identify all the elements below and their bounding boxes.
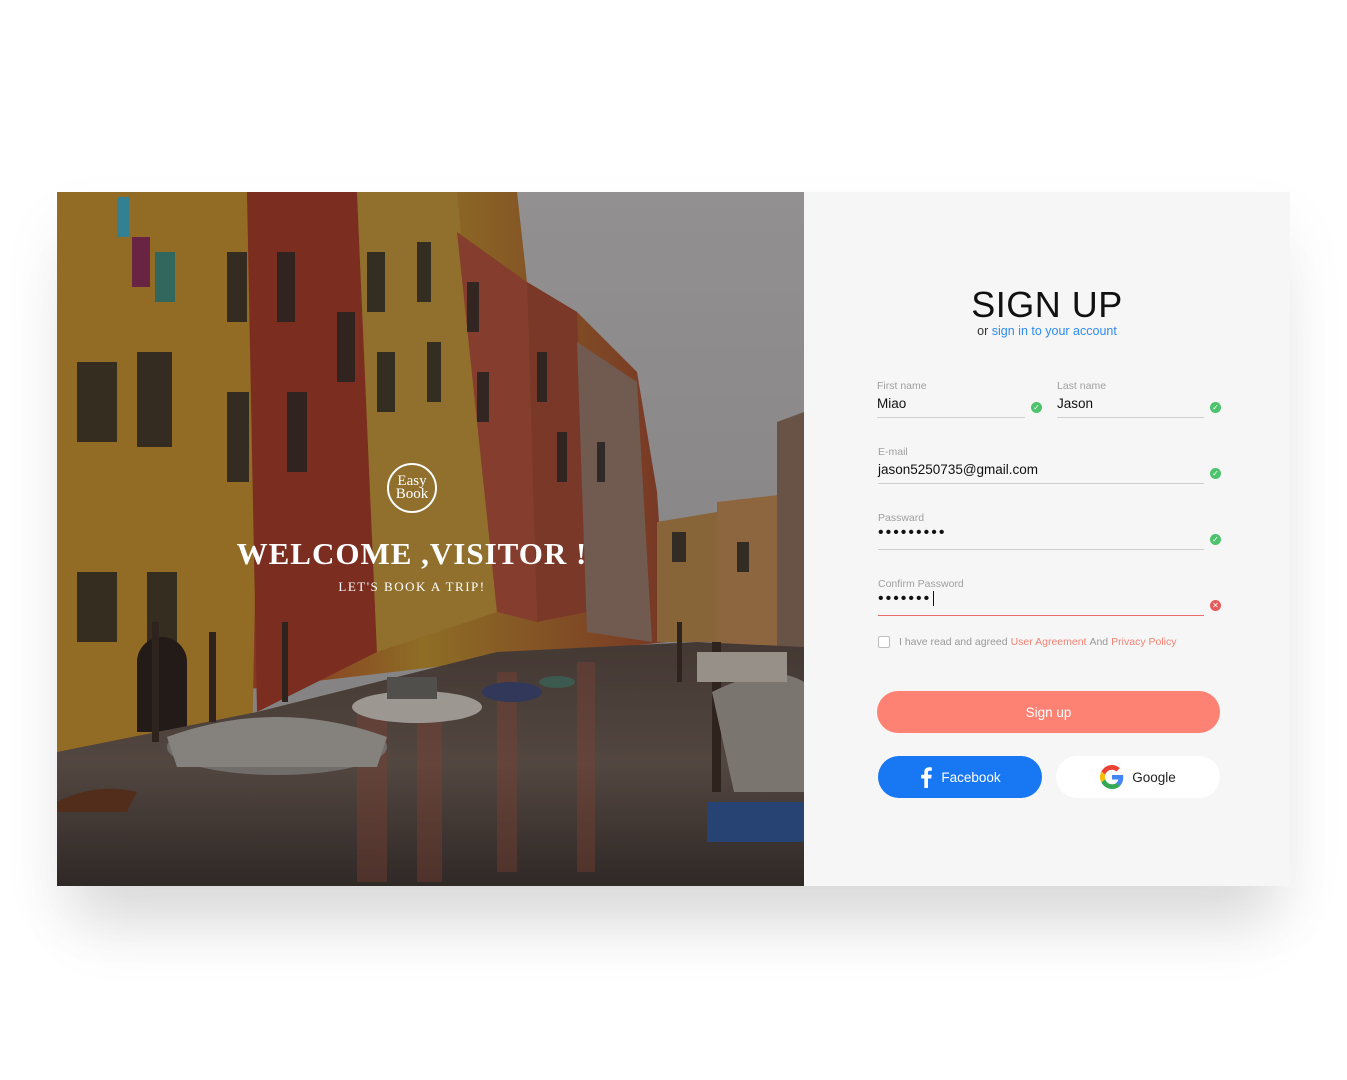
password-label: Passward [878, 512, 925, 524]
logo-text-book: Book [395, 486, 429, 502]
first-name-label: First name [877, 380, 927, 392]
check-circle-icon: ✓ [1210, 468, 1221, 479]
google-button-label: Google [1132, 769, 1176, 785]
check-circle-icon: ✓ [1210, 402, 1221, 413]
confirm-password-field[interactable]: Confirm Password ••••••• [878, 578, 1204, 618]
confirm-password-label: Confirm Password [878, 578, 964, 590]
email-underline [878, 483, 1204, 484]
tagline: LET'S BOOK A TRIP! [338, 579, 486, 594]
user-agreement-link[interactable]: User Agreement [1011, 636, 1087, 648]
email-value[interactable]: jason5250735@gmail.com [878, 462, 1038, 477]
signin-link[interactable]: sign in to your account [992, 324, 1117, 338]
first-name-field[interactable]: First name Miao [877, 380, 1025, 420]
last-name-underline [1057, 417, 1204, 418]
google-icon [1100, 765, 1124, 789]
check-circle-icon: ✓ [1031, 402, 1042, 413]
x-circle-icon: ✕ [1210, 600, 1221, 611]
facebook-button[interactable]: Facebook [878, 756, 1042, 798]
agreement-checkbox[interactable] [878, 636, 890, 648]
signup-card: Easy Book WELCOME ,VISITOR ! LET'S BOOK … [57, 192, 1290, 886]
email-label: E-mail [878, 446, 908, 458]
signup-form-panel: SIGN UP or sign in to your account First… [804, 192, 1290, 886]
hero-panel: Easy Book WELCOME ,VISITOR ! LET'S BOOK … [57, 192, 804, 886]
first-name-value[interactable]: Miao [877, 396, 906, 411]
agreement-and: And [1089, 636, 1109, 648]
password-value[interactable]: ••••••••• [878, 524, 946, 542]
facebook-icon [921, 767, 933, 788]
confirm-password-value: ••••••• [878, 590, 932, 607]
last-name-label: Last name [1057, 380, 1107, 392]
google-button[interactable]: Google [1056, 756, 1220, 798]
signin-prefix: or [977, 324, 989, 338]
last-name-value[interactable]: Jason [1057, 396, 1093, 411]
confirm-password-underline [878, 615, 1204, 616]
easybook-logo: Easy Book [387, 463, 437, 513]
page-title: SIGN UP [971, 284, 1123, 325]
signin-prompt: or sign in to your account [804, 324, 1290, 338]
signup-button[interactable]: Sign up [877, 691, 1220, 733]
facebook-button-label: Facebook [941, 769, 1001, 785]
last-name-field[interactable]: Last name Jason [1057, 380, 1204, 420]
confirm-password-input[interactable]: ••••••• [878, 590, 935, 608]
password-underline [878, 549, 1204, 550]
first-name-underline [877, 417, 1025, 418]
password-field[interactable]: Passward ••••••••• [878, 512, 1204, 552]
agreement-text: I have read and agreed [899, 636, 1008, 648]
email-field[interactable]: E-mail jason5250735@gmail.com [878, 446, 1204, 486]
text-cursor [933, 591, 935, 607]
welcome-heading: WELCOME ,VISITOR ! [236, 536, 588, 571]
privacy-policy-link[interactable]: Privacy Policy [1111, 636, 1176, 648]
agreement-row: I have read and agreed User Agreement An… [878, 636, 1180, 648]
check-circle-icon: ✓ [1210, 534, 1221, 545]
